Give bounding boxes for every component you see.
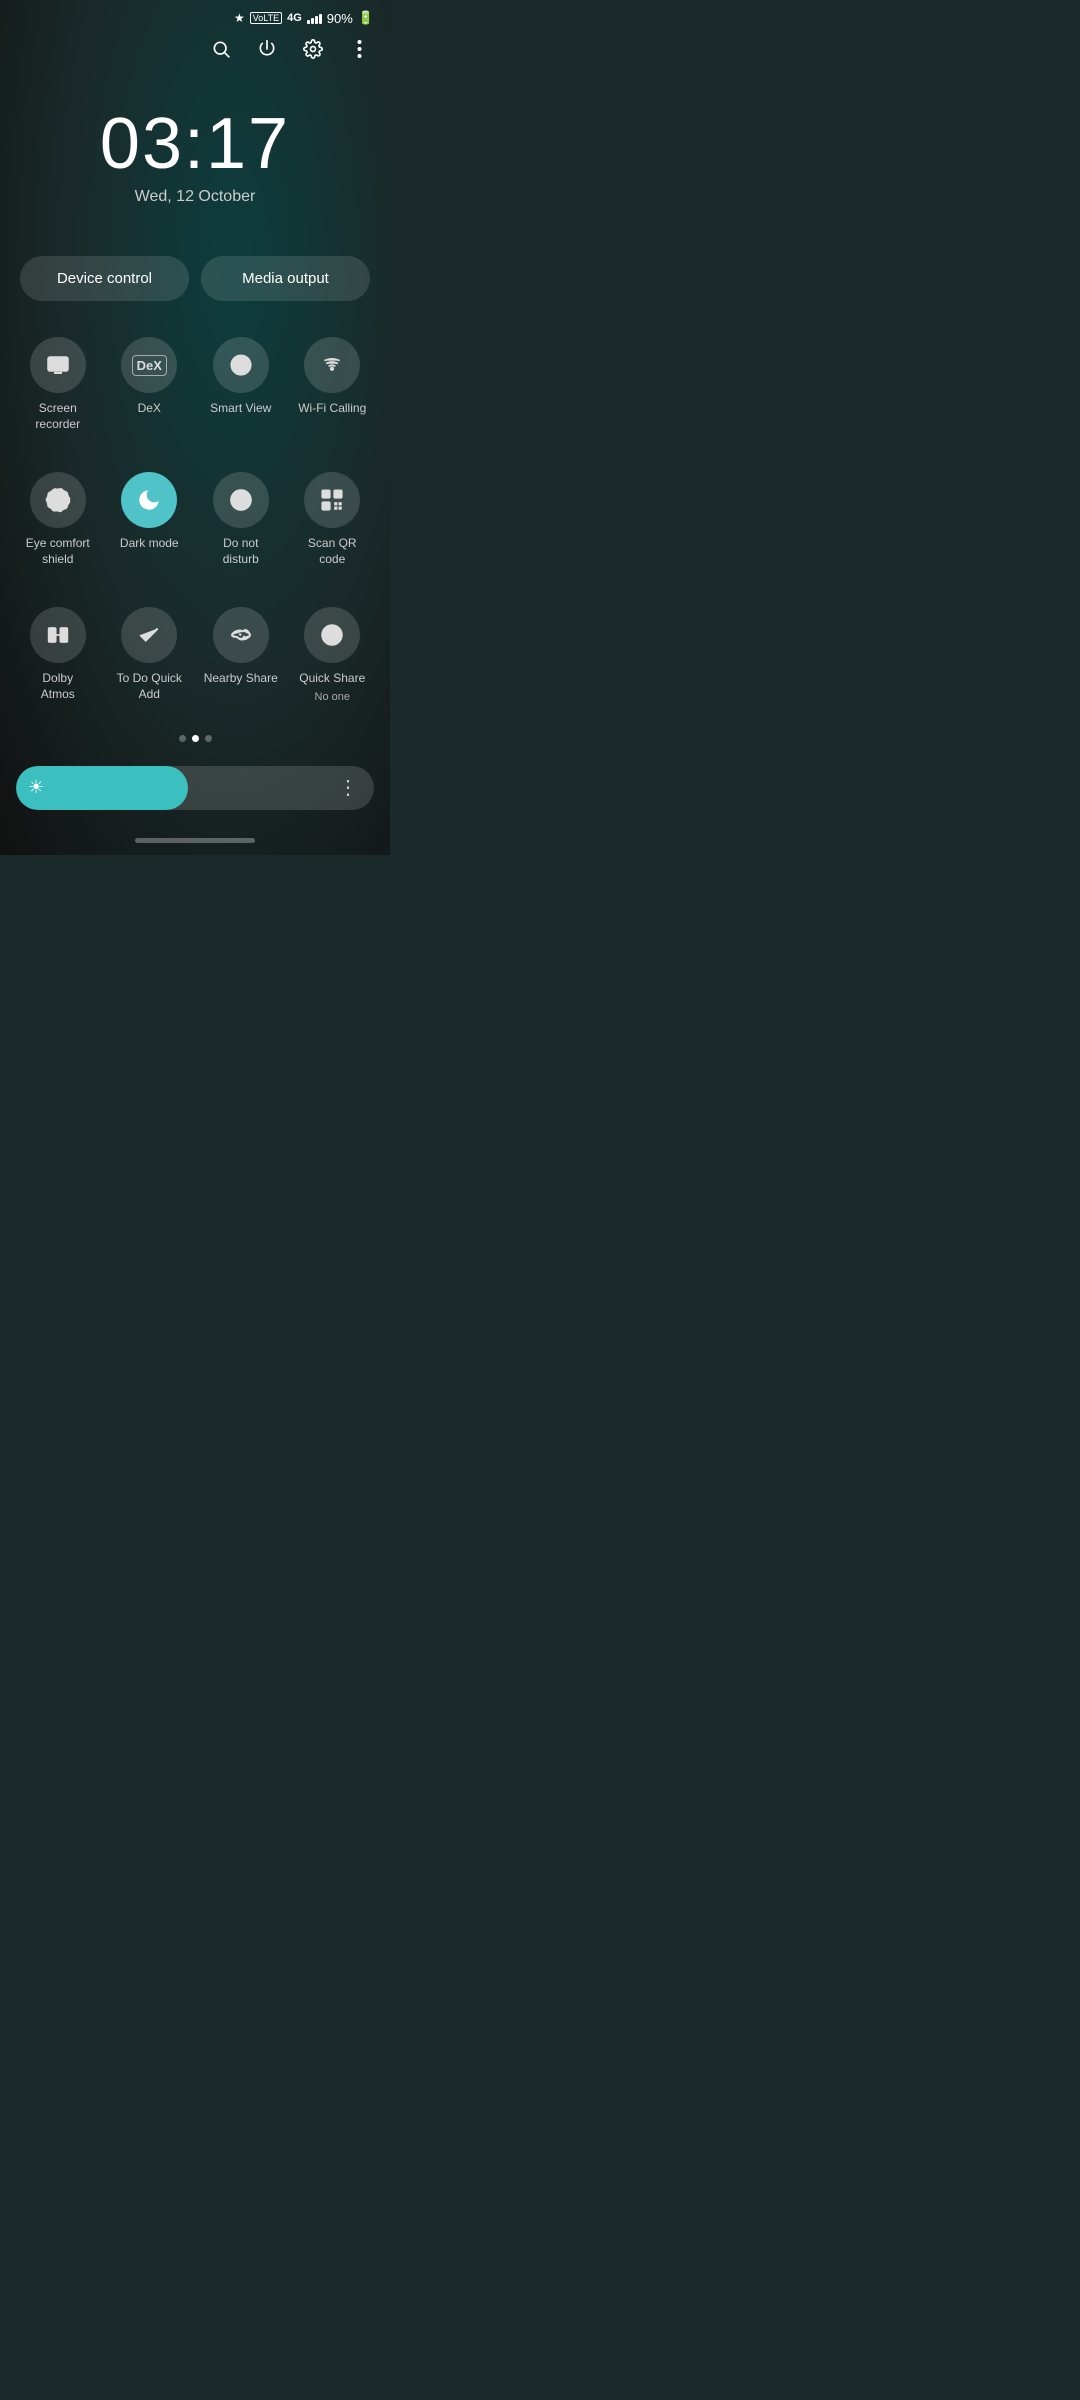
dolby-atmos-icon xyxy=(30,607,86,663)
todo-quick-add-label: To Do QuickAdd xyxy=(117,671,182,702)
quick-share-icon xyxy=(304,607,360,663)
quick-settings-row2: A Eye comfortshield Dark mode xyxy=(0,452,390,587)
settings-button[interactable] xyxy=(302,38,324,60)
battery-level: 90% xyxy=(327,11,353,26)
brightness-slider[interactable]: ☀ ⋮ xyxy=(16,766,374,810)
signal-bars xyxy=(307,12,322,24)
do-not-disturb-label: Do notdisturb xyxy=(223,536,259,567)
nav-bar xyxy=(0,830,390,855)
quick-item-scan-qr[interactable]: Scan QRcode xyxy=(287,460,379,579)
quick-item-todo-quick-add[interactable]: To Do QuickAdd xyxy=(104,595,196,715)
quick-item-screen-recorder[interactable]: Screenrecorder xyxy=(12,325,104,444)
quick-item-eye-comfort[interactable]: A Eye comfortshield xyxy=(12,460,104,579)
brightness-more-icon[interactable]: ⋮ xyxy=(338,775,360,800)
search-button[interactable] xyxy=(210,38,232,60)
quick-settings-row3: DolbyAtmos To Do QuickAdd xyxy=(0,587,390,723)
nav-pill xyxy=(135,838,255,843)
dolby-atmos-label: DolbyAtmos xyxy=(41,671,75,702)
scan-qr-label: Scan QRcode xyxy=(308,536,357,567)
nearby-share-icon xyxy=(213,607,269,663)
page-dot-2[interactable] xyxy=(192,735,199,742)
brightness-fill: ☀ xyxy=(16,766,188,810)
status-icons: ★ VoLTE 4G 90% 🔋 xyxy=(234,10,374,26)
media-output-button[interactable]: Media output xyxy=(201,256,370,301)
bluetooth-icon: ★ xyxy=(234,11,245,25)
page-dot-1[interactable] xyxy=(179,735,186,742)
wifi-calling-icon xyxy=(304,337,360,393)
dex-label: DeX xyxy=(138,401,161,417)
status-bar: ★ VoLTE 4G 90% 🔋 xyxy=(0,0,390,30)
quick-settings-row1: Screenrecorder DeX DeX Smart View xyxy=(0,317,390,452)
screen-recorder-icon xyxy=(30,337,86,393)
eye-comfort-icon: A xyxy=(30,472,86,528)
dex-icon: DeX xyxy=(121,337,177,393)
volte-icon: VoLTE xyxy=(250,12,282,24)
clock-section: 03:17 Wed, 12 October xyxy=(0,68,390,226)
clock-time: 03:17 xyxy=(0,108,390,180)
nearby-share-label: Nearby Share xyxy=(204,671,278,687)
page-dots xyxy=(0,723,390,754)
quick-item-do-not-disturb[interactable]: Do notdisturb xyxy=(195,460,287,579)
screen-recorder-label: Screenrecorder xyxy=(35,401,80,432)
quick-item-dolby-atmos[interactable]: DolbyAtmos xyxy=(12,595,104,715)
dark-mode-icon xyxy=(121,472,177,528)
smart-view-label: Smart View xyxy=(210,401,271,417)
wifi-calling-label: Wi-Fi Calling xyxy=(298,401,366,417)
quick-toolbar xyxy=(0,30,390,68)
device-control-button[interactable]: Device control xyxy=(20,256,189,301)
brightness-container: ☀ ⋮ xyxy=(0,754,390,830)
quick-item-wifi-calling[interactable]: Wi-Fi Calling xyxy=(287,325,379,444)
quick-item-dark-mode[interactable]: Dark mode xyxy=(104,460,196,579)
network-icon: 4G xyxy=(287,12,302,24)
smart-view-icon xyxy=(213,337,269,393)
eye-comfort-label: Eye comfortshield xyxy=(26,536,90,567)
quick-share-label: Quick Share xyxy=(299,671,365,687)
clock-date: Wed, 12 October xyxy=(0,188,390,206)
quick-item-nearby-share[interactable]: Nearby Share xyxy=(195,595,287,715)
page-dot-3[interactable] xyxy=(205,735,212,742)
quick-share-sublabel: No one xyxy=(315,691,350,703)
do-not-disturb-icon xyxy=(213,472,269,528)
quick-item-smart-view[interactable]: Smart View xyxy=(195,325,287,444)
more-options-button[interactable] xyxy=(348,38,370,60)
power-button[interactable] xyxy=(256,38,278,60)
quick-item-quick-share[interactable]: Quick Share No one xyxy=(287,595,379,715)
dark-mode-label: Dark mode xyxy=(120,536,179,552)
brightness-sun-icon: ☀ xyxy=(28,777,44,798)
scan-qr-icon xyxy=(304,472,360,528)
quick-item-dex[interactable]: DeX DeX xyxy=(104,325,196,444)
control-buttons: Device control Media output xyxy=(0,226,390,317)
todo-quick-add-icon xyxy=(121,607,177,663)
battery-icon: 🔋 xyxy=(358,10,374,26)
